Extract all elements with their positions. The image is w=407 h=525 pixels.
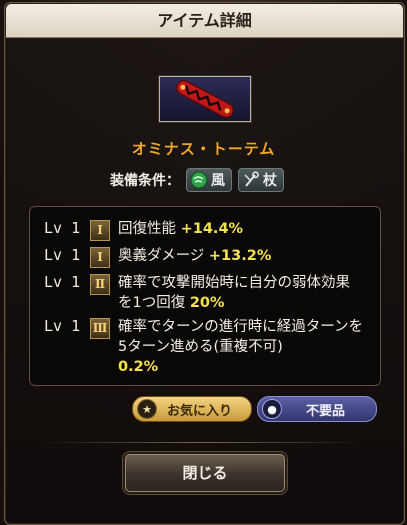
skill-list: Lv 1 Ⅰ 回復性能 +14.4% Lv 1 Ⅰ 奥義ダメージ +13.2% …: [29, 206, 381, 386]
skill-row: Lv 1 Ⅱ 確率で攻撃開始時に自分の弱体効果を1つ回復 20%: [44, 273, 364, 313]
unneeded-label: 不要品: [306, 403, 346, 419]
item-image: [159, 76, 251, 122]
element-chip: 風: [186, 168, 232, 192]
item-name: オミナス・トーテム: [131, 140, 276, 158]
weapon-chip: 杖: [238, 168, 284, 192]
skill-row: Lv 1 Ⅰ 回復性能 +14.4%: [44, 219, 364, 241]
skill-level: Lv 1: [44, 246, 81, 264]
element-label: 風: [211, 173, 225, 189]
divider: [40, 442, 367, 443]
star-icon: ★: [137, 399, 157, 419]
skill-level: Lv 1: [44, 317, 81, 335]
skill-value: 20%: [189, 295, 225, 311]
unneeded-button[interactable]: ● 不要品: [257, 396, 377, 422]
favorite-label: お気に入り: [167, 403, 233, 419]
skill-value: +14.4%: [180, 221, 244, 237]
dialog-title: アイテム詳細: [6, 4, 403, 38]
skill-level: Lv 1: [44, 219, 81, 237]
staff-icon: [242, 171, 260, 189]
equip-label: 装備条件：: [110, 173, 180, 189]
skill-tier-icon: Ⅱ: [90, 274, 110, 295]
totem-icon: [160, 77, 250, 121]
skill-tier-icon: Ⅰ: [90, 220, 110, 241]
skill-value: +13.2%: [208, 248, 272, 264]
skill-tier-icon: Ⅰ: [90, 247, 110, 268]
weapon-label: 杖: [263, 173, 277, 189]
skill-desc: 奥義ダメージ +13.2%: [118, 248, 272, 264]
favorite-button[interactable]: ★ お気に入り: [132, 396, 252, 422]
skill-tier-icon: Ⅲ: [90, 318, 110, 339]
skill-desc: 確率で攻撃開始時に自分の弱体効果を1つ回復 20%: [118, 275, 350, 311]
skill-row: Lv 1 Ⅰ 奥義ダメージ +13.2%: [44, 246, 364, 268]
skill-row: Lv 1 Ⅲ 確率でターンの進行時に経過ターンを5ターン進める(重複不可) 0.2…: [44, 317, 364, 377]
skill-level: Lv 1: [44, 273, 81, 291]
trash-icon: ●: [262, 399, 282, 419]
skill-value: 0.2%: [118, 359, 159, 375]
close-button[interactable]: 閉じる: [125, 454, 285, 492]
skill-desc: 回復性能 +14.4%: [118, 221, 244, 237]
wind-icon: [190, 171, 208, 189]
skill-desc: 確率でターンの進行時に経過ターンを5ターン進める(重複不可) 0.2%: [118, 319, 364, 375]
equip-requirements: 装備条件： 風 杖: [110, 168, 284, 192]
